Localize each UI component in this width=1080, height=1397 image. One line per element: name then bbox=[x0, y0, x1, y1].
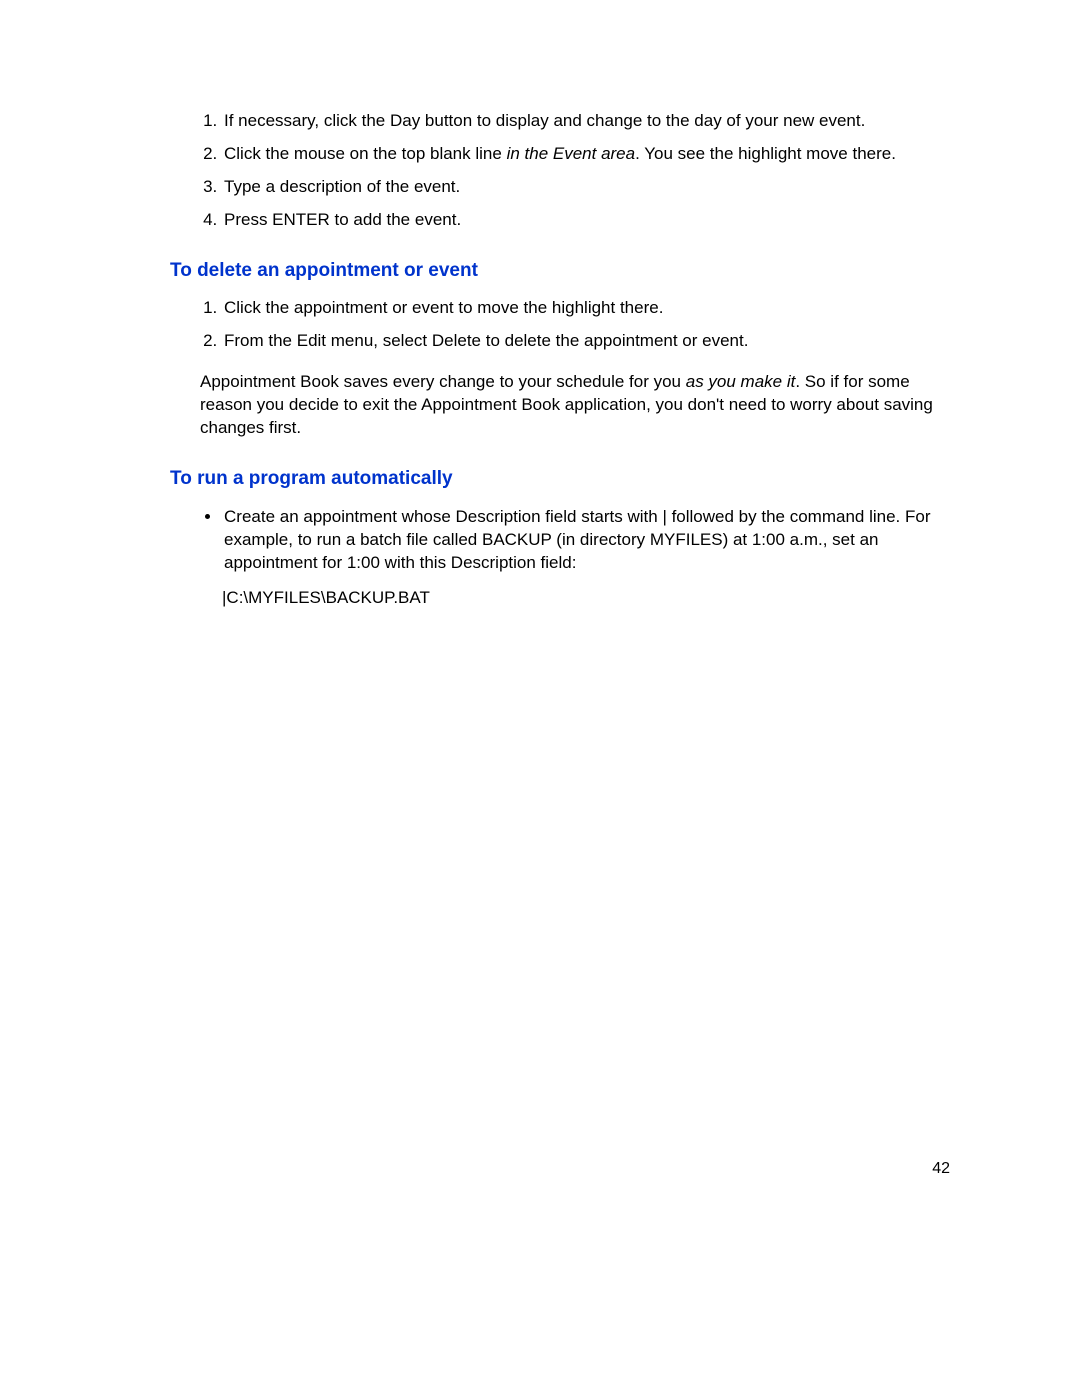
list-item-text: Press ENTER to add the event. bbox=[224, 210, 461, 229]
list-item: Press ENTER to add the event. bbox=[222, 209, 960, 232]
list-item-text: Create an appointment whose Description … bbox=[224, 507, 930, 572]
list-item-text: If necessary, click the Day button to di… bbox=[224, 111, 865, 130]
list-item: Click the appointment or event to move t… bbox=[222, 297, 960, 320]
list-item: From the Edit menu, select Delete to del… bbox=[222, 330, 960, 353]
heading-run-program: To run a program automatically bbox=[170, 466, 960, 492]
paragraph-autosave: Appointment Book saves every change to y… bbox=[200, 371, 960, 440]
ordered-list-delete: Click the appointment or event to move t… bbox=[170, 297, 960, 353]
list-item-text: From the Edit menu, select Delete to del… bbox=[224, 331, 748, 350]
list-item-text-a: Click the mouse on the top blank line bbox=[224, 144, 507, 163]
list-item-em: in the Event area bbox=[507, 144, 636, 163]
document-page: If necessary, click the Day button to di… bbox=[0, 0, 1080, 609]
para-em: as you make it bbox=[686, 372, 796, 391]
heading-delete-appointment: To delete an appointment or event bbox=[170, 258, 960, 284]
list-item-text-b: . You see the highlight move there. bbox=[635, 144, 896, 163]
page-number: 42 bbox=[932, 1160, 950, 1178]
code-example: |C:\MYFILES\BACKUP.BAT bbox=[222, 587, 960, 610]
bullet-list-run-program: Create an appointment whose Description … bbox=[170, 506, 960, 575]
list-item-text: Click the appointment or event to move t… bbox=[224, 298, 663, 317]
para-text-a: Appointment Book saves every change to y… bbox=[200, 372, 686, 391]
list-item-text: Type a description of the event. bbox=[224, 177, 460, 196]
ordered-list-add-event: If necessary, click the Day button to di… bbox=[170, 110, 960, 232]
list-item: Type a description of the event. bbox=[222, 176, 960, 199]
list-item: Click the mouse on the top blank line in… bbox=[222, 143, 960, 166]
list-item: If necessary, click the Day button to di… bbox=[222, 110, 960, 133]
list-item: Create an appointment whose Description … bbox=[222, 506, 960, 575]
